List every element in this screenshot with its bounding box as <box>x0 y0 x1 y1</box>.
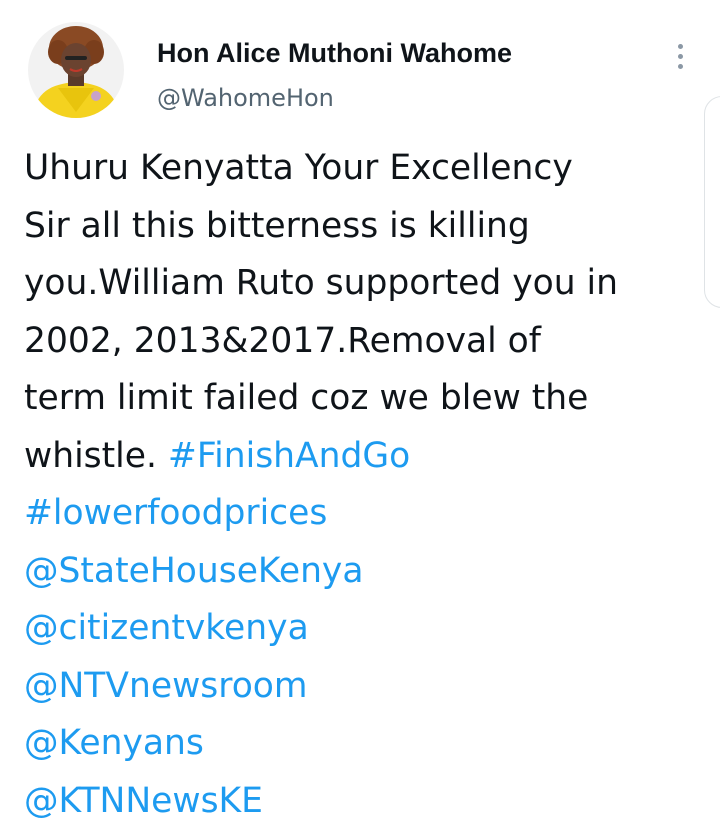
more-options-icon[interactable] <box>664 40 696 72</box>
more-dot <box>677 43 683 49</box>
more-dot <box>677 63 683 69</box>
tweet-text-line: Uhuru Kenyatta Your Excellency <box>24 148 573 188</box>
tweet-text-line-with-hashtag: whistle. #FinishAndGo <box>24 428 704 486</box>
tweet-text-line: Sir all this bitterness is killing <box>24 205 530 246</box>
hashtag-link[interactable]: #lowerfoodprices <box>24 493 327 533</box>
more-dot <box>677 53 683 59</box>
mention-line: @NTVnewsroom <box>24 658 704 716</box>
tweet-text: Uhuru Kenyatta Your Excellency Sir all t… <box>24 140 704 821</box>
tweet-text-line: you.William Ruto supported you in <box>24 263 619 303</box>
tweet-card: Hon Alice Muthoni Wahome @WahomeHon Uhur… <box>0 0 720 821</box>
author-handle[interactable]: @WahomeHon <box>157 84 334 112</box>
mention-line: @Kenyans <box>24 715 704 773</box>
mention-link[interactable]: @KTNNewsKE <box>24 781 263 821</box>
mention-link[interactable]: @NTVnewsroom <box>24 666 308 706</box>
avatar-image <box>28 22 124 118</box>
tweet-text-line: term limit failed coz we blew the <box>24 378 589 418</box>
tweet-text-line: 2002, 2013&2017.Removal of <box>24 320 541 361</box>
adjacent-card-edge <box>704 96 720 308</box>
mention-link[interactable]: @Kenyans <box>24 723 204 763</box>
tweet-text-fragment: whistle. <box>24 435 168 476</box>
mention-line: @citizentvkenya <box>24 600 704 658</box>
mention-link[interactable]: @citizentvkenya <box>24 608 309 648</box>
mention-line: @StateHouseKenya <box>24 543 704 601</box>
author-display-name[interactable]: Hon Alice Muthoni Wahome <box>157 38 512 69</box>
hashtag-link[interactable]: #FinishAndGo <box>168 436 410 476</box>
author-avatar[interactable] <box>28 22 124 118</box>
mention-line: @KTNNewsKE <box>24 773 704 821</box>
mention-link[interactable]: @StateHouseKenya <box>24 551 364 591</box>
hashtag-line: #lowerfoodprices <box>24 485 704 543</box>
